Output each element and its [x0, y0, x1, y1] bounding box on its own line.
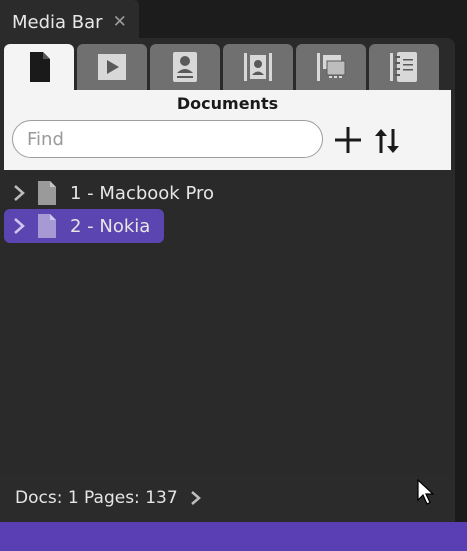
window-tab-title: Media Bar — [12, 11, 103, 33]
document-icon — [38, 181, 56, 205]
document-icon — [30, 52, 50, 82]
document-label: 1 - Macbook Pro — [70, 182, 214, 204]
bottom-accent-bar — [0, 522, 467, 551]
tab-storyboard[interactable] — [223, 44, 293, 90]
tab-media[interactable] — [77, 44, 147, 90]
list-item[interactable]: 1 - Macbook Pro — [4, 176, 234, 210]
chevron-right-icon[interactable] — [190, 490, 202, 506]
panel-edge — [455, 44, 467, 522]
status-footer: Docs: 1 Pages: 137 — [0, 474, 455, 522]
notebook-icon — [390, 52, 417, 82]
window-tab[interactable]: Media Bar ✕ — [0, 0, 139, 44]
chevron-right-icon[interactable] — [12, 184, 26, 202]
tab-contacts[interactable] — [150, 44, 220, 90]
contact-card-icon — [173, 52, 197, 82]
sort-icon[interactable] — [372, 126, 402, 156]
tab-documents[interactable] — [4, 44, 74, 90]
document-icon — [38, 214, 56, 238]
list-item[interactable]: 2 - Nokia — [4, 209, 164, 243]
tab-notebook[interactable] — [369, 44, 439, 90]
tab-slides[interactable] — [296, 44, 366, 90]
documents-title: Documents — [176, 94, 279, 113]
documents-header: Documents — [4, 90, 451, 170]
slides-icon — [317, 53, 346, 81]
media-tab-strip — [4, 44, 451, 90]
add-icon[interactable] — [332, 124, 364, 156]
search-input[interactable] — [12, 120, 323, 158]
document-stats: Docs: 1 Pages: 137 — [15, 488, 178, 508]
mouse-cursor-icon — [417, 479, 434, 505]
chevron-right-icon[interactable] — [12, 217, 26, 235]
play-icon — [98, 54, 126, 80]
storyboard-icon — [244, 53, 272, 81]
document-label: 2 - Nokia — [70, 215, 151, 237]
close-icon[interactable]: ✕ — [113, 12, 127, 32]
